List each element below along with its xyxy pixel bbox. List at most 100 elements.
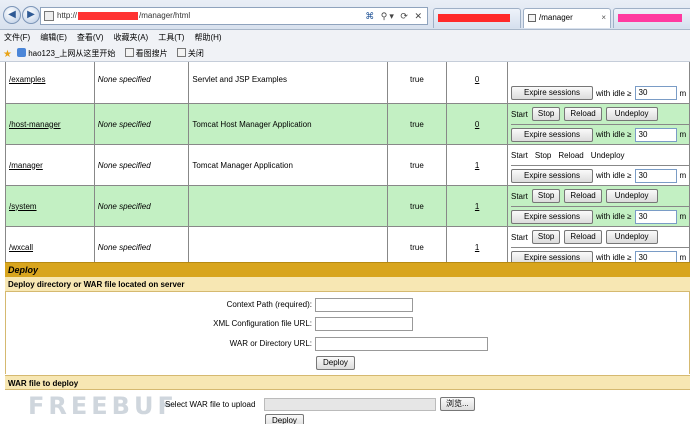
app-path-link[interactable]: /system	[9, 202, 37, 211]
idle-label: with idle ≥	[596, 88, 632, 98]
tab-title: /manager	[539, 13, 573, 22]
app-path-cell: /examples	[5, 62, 95, 104]
address-bar[interactable]: http:// /manager/html ⌘ ⚲▾ ⟳ ✕	[40, 7, 428, 25]
stop-icon[interactable]: ✕	[414, 11, 424, 21]
tab-redacted-2[interactable]	[613, 8, 690, 28]
expire-sessions-button[interactable]: Expire sessions	[510, 209, 594, 224]
redacted-host	[78, 11, 139, 20]
app-sessions-link[interactable]: 1	[475, 243, 479, 252]
start-text: Start	[510, 150, 528, 160]
app-path-link[interactable]: /examples	[9, 75, 45, 84]
expire-sessions-button[interactable]: Expire sessions	[510, 86, 594, 100]
menu-file[interactable]: 文件(F)	[0, 30, 36, 43]
favorite-image-search[interactable]: 看图搜片	[122, 45, 172, 59]
context-path-input[interactable]	[315, 298, 413, 312]
favorite-close[interactable]: 关闭	[174, 45, 208, 59]
favorites-star-icon[interactable]: ★	[3, 49, 12, 60]
tab-close-icon[interactable]: ×	[601, 9, 606, 27]
watermark: FREEBUF	[28, 392, 178, 420]
idle-minutes-input[interactable]: 30	[634, 86, 677, 100]
app-sessions-cell: 0	[446, 103, 508, 145]
war-dir-row: WAR or Directory URL:	[6, 337, 690, 351]
menu-favorites[interactable]: 收藏夹(A)	[110, 30, 155, 43]
hao123-icon	[17, 48, 27, 57]
menu-help[interactable]: 帮助(H)	[190, 30, 227, 43]
app-running-cell: true	[386, 62, 448, 104]
reload-button[interactable]: Reload	[564, 189, 602, 203]
menu-tools[interactable]: 工具(T)	[154, 30, 190, 43]
favorite-image-search-label: 看图搜片	[135, 49, 168, 58]
reload-button[interactable]: Reload	[564, 230, 602, 244]
deploy-heading: Deploy	[5, 262, 690, 277]
favorites-bar: ★ hao123_上网从这里开始 看图搜片 关闭	[0, 45, 690, 62]
app-commands-cell: Start Stop Reload Undeploy Expire sessions wi…	[506, 103, 690, 145]
menu-edit[interactable]: 编辑(E)	[36, 30, 73, 43]
app-display-name-cell	[188, 185, 388, 227]
idle-unit: m	[679, 253, 687, 262]
compat-view-icon[interactable]: ⌘	[365, 11, 376, 21]
app-sessions-cell: 1	[446, 185, 508, 227]
app-path-link[interactable]: /wxcall	[9, 243, 33, 252]
app-running-cell: true	[386, 144, 448, 186]
reload-button[interactable]: Reload	[564, 107, 602, 121]
favorite-hao123-label: hao123_上网从这里开始	[28, 49, 116, 58]
start-text: Start	[510, 191, 528, 201]
war-file-input[interactable]	[264, 398, 436, 411]
menu-view[interactable]: 查看(V)	[73, 30, 110, 43]
browser-titlebar: ◀ ▶ http:// /manager/html ⌘ ⚲▾ ⟳ ✕ /manag…	[0, 0, 690, 30]
favorite-close-label: 关闭	[187, 49, 204, 58]
back-button[interactable]: ◀	[3, 6, 21, 24]
app-sessions-link[interactable]: 1	[475, 202, 479, 211]
stop-button[interactable]: Stop	[531, 107, 561, 121]
search-icon[interactable]: ⚲	[381, 11, 390, 21]
idle-label: with idle ≥	[596, 253, 632, 262]
stop-button[interactable]: Stop	[531, 189, 561, 203]
app-path-cell: /system	[5, 185, 95, 227]
app-sessions-link[interactable]: 0	[475, 75, 479, 84]
table-row: /host-manager None specified Tomcat Host M…	[5, 103, 690, 145]
expire-sessions-button[interactable]: Expire sessions	[510, 127, 594, 142]
tab-manager[interactable]: /manager ×	[523, 8, 611, 28]
idle-minutes-input[interactable]: 30	[634, 209, 677, 224]
app-display-name-cell: Tomcat Manager Application	[188, 144, 388, 186]
expire-commands: Expire sessions with idle ≥30 m	[510, 206, 689, 226]
tab-redacted[interactable]	[433, 8, 521, 28]
app-path-link[interactable]: /manager	[9, 161, 43, 170]
tab-page-icon	[528, 13, 536, 22]
app-sessions-link[interactable]: 0	[475, 120, 479, 129]
refresh-icon[interactable]: ⟳	[400, 11, 410, 21]
lifecycle-commands: Start Stop Reload Undeploy	[511, 145, 689, 165]
forward-button[interactable]: ▶	[22, 6, 40, 24]
expire-commands: Expire sessions with idle ≥30 m	[510, 165, 689, 185]
app-running-cell: true	[386, 185, 448, 227]
deploy-server-subheading: Deploy directory or WAR file located on …	[5, 277, 690, 292]
app-path-link[interactable]: /host-manager	[9, 120, 61, 129]
browse-button[interactable]: 浏览...	[440, 397, 475, 411]
expire-commands: Expire sessions with idle ≥30 m	[510, 83, 689, 103]
idle-minutes-input[interactable]: 30	[634, 168, 677, 183]
undeploy-button[interactable]: Undeploy	[605, 189, 658, 203]
url-prefix: http://	[57, 11, 78, 20]
expire-sessions-button[interactable]: Expire sessions	[510, 168, 594, 183]
page-content: /examples None specified Servlet and JSP E…	[0, 62, 690, 424]
undeploy-button[interactable]: Undeploy	[605, 230, 658, 244]
undeploy-text: Undeploy	[590, 150, 625, 160]
xml-config-input[interactable]	[315, 317, 413, 331]
deploy-upload-button[interactable]: Deploy	[265, 414, 304, 424]
lifecycle-commands: Start Stop Reload Undeploy	[511, 186, 689, 206]
app-display-name-cell: Tomcat Host Manager Application	[188, 103, 388, 145]
context-path-label: Context Path (required):	[226, 300, 312, 309]
undeploy-button[interactable]: Undeploy	[605, 107, 658, 121]
favorite-hao123[interactable]: hao123_上网从这里开始	[14, 45, 119, 59]
address-tools: ⌘ ⚲▾ ⟳ ✕	[365, 11, 424, 21]
war-dir-input[interactable]	[315, 337, 488, 351]
idle-label: with idle ≥	[596, 212, 632, 221]
war-dir-label: WAR or Directory URL:	[229, 339, 312, 348]
idle-minutes-input[interactable]: 30	[634, 127, 677, 142]
app-sessions-link[interactable]: 1	[475, 161, 479, 170]
redacted-tab-title-2	[618, 13, 682, 22]
deploy-server-button[interactable]: Deploy	[316, 356, 355, 370]
stop-button[interactable]: Stop	[531, 230, 561, 244]
deploy-server-form: Context Path (required): XML Configurati…	[5, 292, 690, 374]
app-commands-cell: Expire sessions with idle ≥30 m	[506, 62, 690, 104]
